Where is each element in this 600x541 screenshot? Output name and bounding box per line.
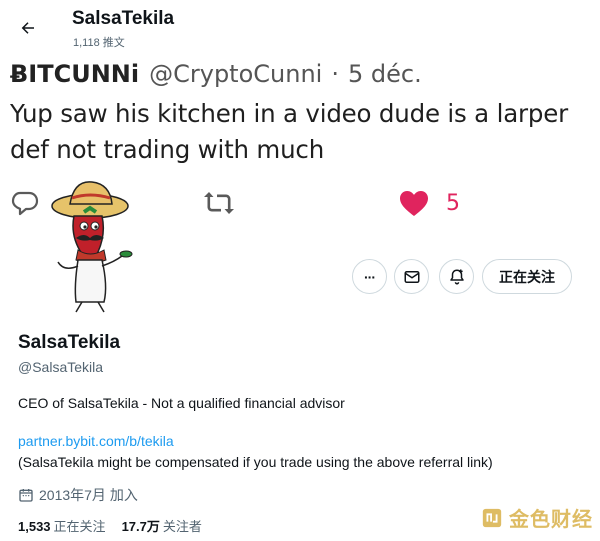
following-stat[interactable]: 1,533 正在关注: [18, 516, 106, 535]
retweet-button: [202, 188, 236, 218]
watermark-text: 金色财经: [509, 507, 593, 531]
more-icon: ···: [364, 268, 376, 285]
like-button: 5: [398, 188, 460, 218]
back-arrow-icon: [21, 22, 34, 34]
joined-date: 2013年7月 加入: [18, 485, 138, 505]
watermark: 金色财经: [481, 503, 593, 532]
calendar-icon: [19, 489, 33, 502]
follow-stats: 1,533 正在关注 17.7万 关注者: [18, 516, 218, 535]
quoted-tweet-date: 5 déc.: [347, 60, 422, 88]
quoted-author-handle: @CryptoCunni: [149, 60, 323, 88]
profile-display-name: SalsaTekila: [18, 332, 121, 353]
following-count: 1,533: [18, 519, 51, 534]
profile-link[interactable]: partner.bybit.com/b/tekila: [18, 433, 174, 449]
watermark-logo-icon: [482, 508, 502, 527]
following-label: 正在关注: [53, 519, 106, 534]
followers-label: 关注者: [162, 519, 202, 534]
message-icon: [404, 270, 419, 283]
quoted-author-name: ɃITCUNNi: [10, 60, 140, 88]
back-button[interactable]: [14, 14, 42, 42]
page-title: SalsaTekila: [72, 8, 175, 29]
message-button[interactable]: [394, 259, 429, 294]
followers-count: 17.7万: [121, 519, 160, 534]
like-count: 5: [446, 190, 460, 216]
profile-bio: CEO of SalsaTekila - Not a qualified fin…: [18, 395, 345, 411]
more-button[interactable]: ···: [352, 259, 387, 294]
avatar[interactable]: [40, 176, 140, 316]
followers-stat[interactable]: 17.7万 关注者: [122, 516, 202, 535]
avatar-image: [51, 181, 133, 313]
notification-button[interactable]: [439, 259, 474, 294]
bitcoin-symbol: Ƀ: [10, 60, 29, 88]
joined-text: 2013年7月 加入: [39, 487, 138, 503]
tweet-count: 1,118 推文: [73, 37, 125, 49]
retweet-icon: [204, 192, 234, 214]
following-button[interactable]: 正在关注: [482, 259, 572, 294]
quoted-tweet-header: ɃITCUNNi @CryptoCunni · 5 déc.: [10, 60, 595, 88]
profile-handle: @SalsaTekila: [18, 359, 104, 375]
reply-button: [10, 188, 40, 218]
profile-disclaimer: (SalsaTekila might be compensated if you…: [18, 454, 493, 470]
quoted-tweet: ɃITCUNNi @CryptoCunni · 5 déc. Yup saw h…: [10, 60, 595, 168]
heart-icon: [400, 191, 428, 216]
reply-icon: [11, 191, 39, 216]
quoted-tweet-text: Yup saw his kitchen in a video dude is a…: [10, 99, 568, 164]
separator-dot: ·: [331, 60, 339, 88]
notification-plus-icon: [449, 269, 464, 284]
